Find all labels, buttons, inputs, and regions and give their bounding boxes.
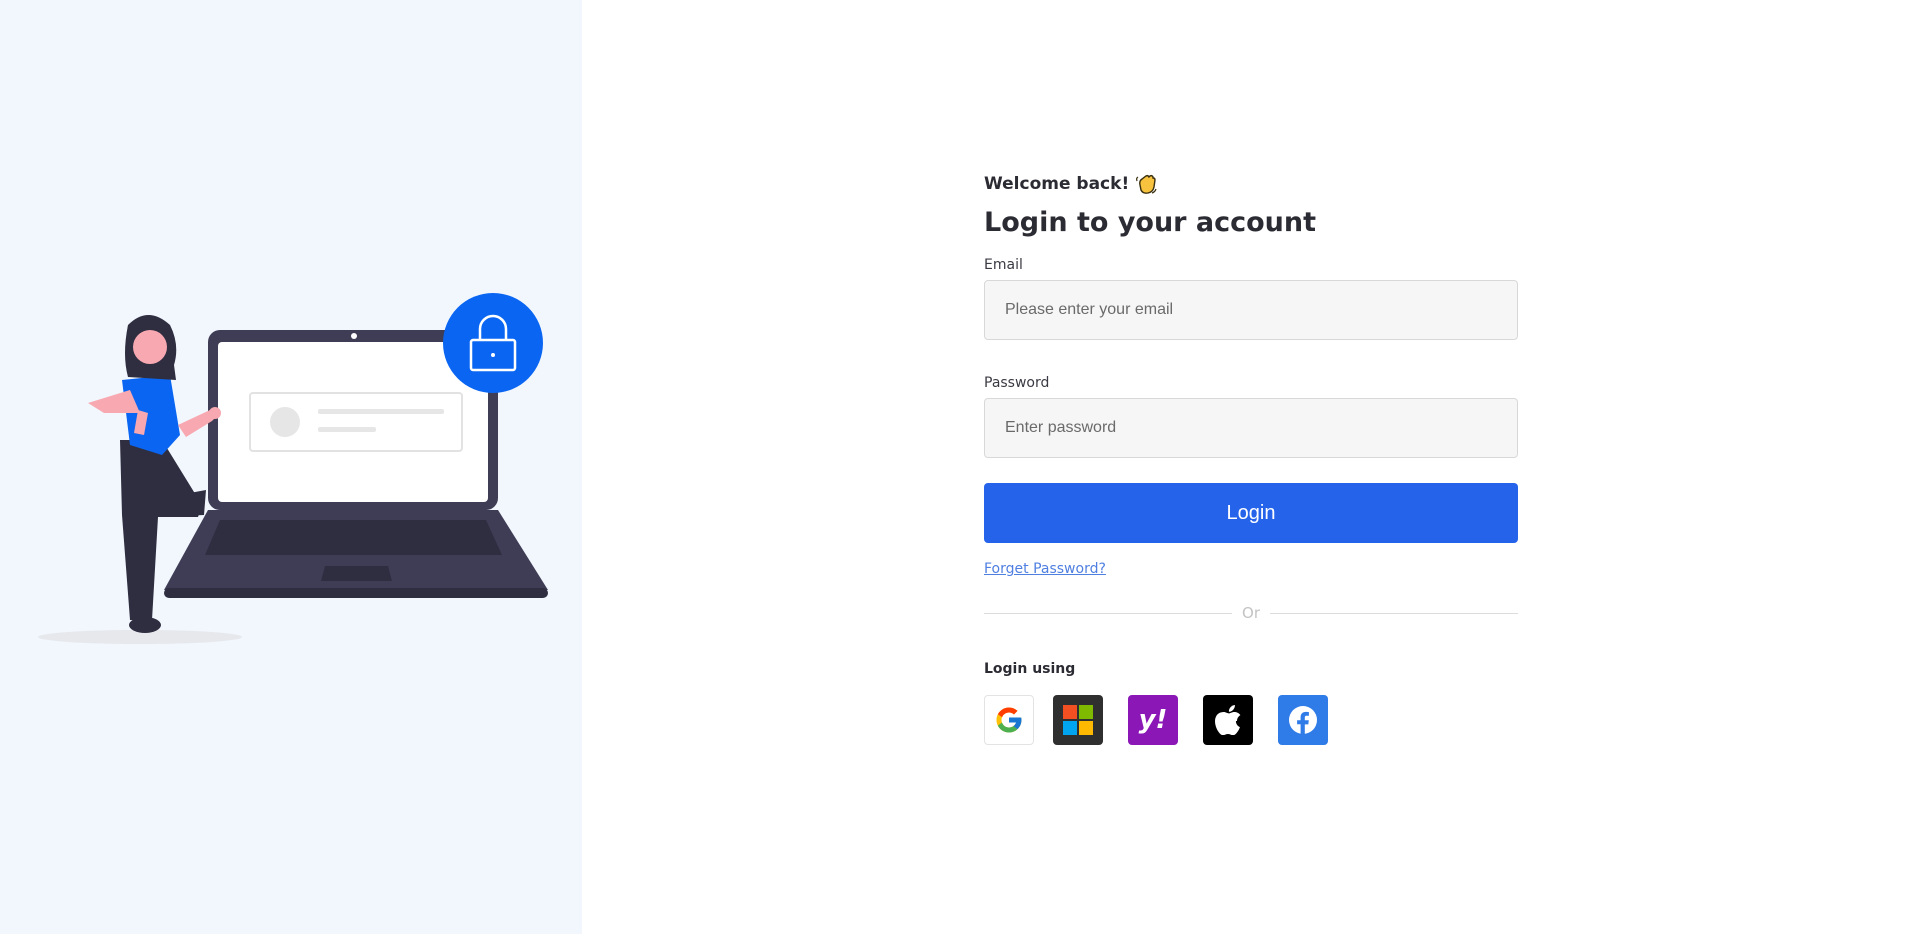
apple-icon xyxy=(1215,705,1241,735)
welcome-text: Welcome back! xyxy=(984,174,1130,194)
waving-hand-icon xyxy=(1136,174,1157,194)
password-label: Password xyxy=(984,375,1050,391)
apple-login-button[interactable] xyxy=(1203,695,1253,745)
microsoft-login-button[interactable] xyxy=(1053,695,1103,745)
email-label: Email xyxy=(984,257,1023,273)
login-form: Welcome back! Login to your account Emai… xyxy=(984,172,1519,745)
password-input[interactable] xyxy=(984,398,1518,458)
divider-line xyxy=(984,612,1233,614)
forgot-password-link[interactable]: Forget Password? xyxy=(984,561,1106,577)
email-input[interactable] xyxy=(984,280,1518,340)
login-button[interactable]: Login xyxy=(984,483,1518,543)
yahoo-icon: y! xyxy=(1138,705,1168,735)
social-login-list: y! xyxy=(984,695,1518,745)
facebook-login-button[interactable] xyxy=(1278,695,1328,745)
login-using-label: Login using xyxy=(984,661,1076,677)
google-login-button[interactable] xyxy=(984,695,1034,745)
divider-text: Or xyxy=(1242,604,1260,622)
welcome-heading: Welcome back! xyxy=(984,172,1518,196)
divider-line xyxy=(1270,612,1519,614)
login-illustration xyxy=(38,293,548,644)
page-title: Login to your account xyxy=(984,207,1317,238)
google-icon xyxy=(996,707,1022,733)
facebook-icon xyxy=(1289,706,1317,735)
yahoo-login-button[interactable]: y! xyxy=(1128,695,1178,745)
or-divider: Or xyxy=(984,603,1519,623)
illustration-panel xyxy=(0,0,582,934)
microsoft-icon xyxy=(1063,705,1093,735)
